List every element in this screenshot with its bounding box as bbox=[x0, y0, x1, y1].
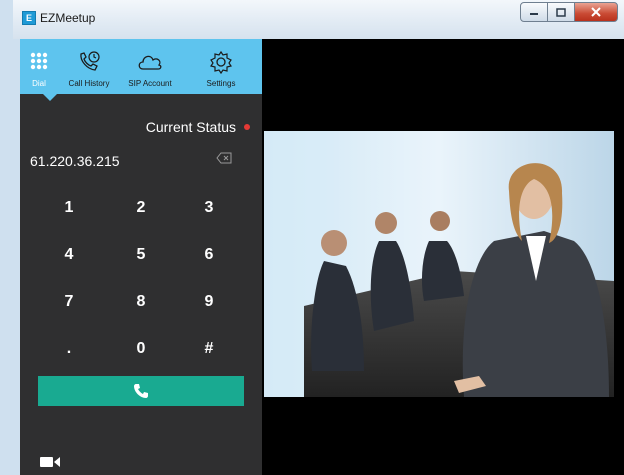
app-window: E EZMeetup Dial Call History SIP Account… bbox=[13, 0, 624, 475]
key-4[interactable]: 4 bbox=[44, 241, 94, 269]
key-9[interactable]: 9 bbox=[184, 288, 234, 316]
video-feed bbox=[264, 131, 614, 397]
dialpad-icon bbox=[30, 52, 48, 70]
tab-sip-account[interactable]: SIP Account bbox=[120, 39, 180, 94]
status-label: Current Status bbox=[145, 119, 236, 135]
key-2[interactable]: 2 bbox=[116, 194, 166, 222]
tab-sip-account-label: SIP Account bbox=[128, 79, 172, 88]
active-tab-indicator bbox=[43, 94, 57, 101]
maximize-icon bbox=[556, 7, 566, 17]
key-0[interactable]: 0 bbox=[116, 335, 166, 363]
key-7[interactable]: 7 bbox=[44, 288, 94, 316]
maximize-button[interactable] bbox=[548, 2, 574, 22]
call-history-icon bbox=[80, 51, 100, 71]
close-button[interactable] bbox=[574, 2, 618, 22]
key-hash[interactable]: # bbox=[184, 335, 234, 363]
window-controls bbox=[520, 2, 618, 22]
status-dot bbox=[244, 124, 250, 130]
key-dot[interactable]: . bbox=[44, 335, 94, 363]
key-5[interactable]: 5 bbox=[116, 241, 166, 269]
minimize-icon bbox=[530, 13, 538, 15]
tab-call-history-label: Call History bbox=[68, 79, 110, 88]
video-camera-icon[interactable] bbox=[39, 455, 61, 469]
tab-call-history[interactable]: Call History bbox=[58, 39, 120, 94]
window-title: EZMeetup bbox=[40, 11, 96, 25]
close-icon bbox=[591, 7, 601, 17]
dial-number[interactable]: 61.220.36.215 bbox=[30, 153, 120, 169]
key-6[interactable]: 6 bbox=[184, 241, 234, 269]
tab-settings[interactable]: Settings bbox=[180, 39, 262, 94]
gear-icon bbox=[210, 50, 232, 75]
key-3[interactable]: 3 bbox=[184, 194, 234, 222]
tab-dial[interactable]: Dial bbox=[20, 39, 58, 94]
current-status: Current Status bbox=[146, 119, 250, 135]
backspace-icon[interactable] bbox=[216, 152, 232, 164]
tab-dial-label: Dial bbox=[32, 79, 46, 88]
key-1[interactable]: 1 bbox=[44, 194, 94, 222]
cloud-icon bbox=[138, 55, 162, 70]
app-icon: E bbox=[22, 11, 36, 25]
key-8[interactable]: 8 bbox=[116, 288, 166, 316]
call-button[interactable] bbox=[38, 376, 244, 406]
video-area bbox=[262, 39, 624, 475]
title-bar: E EZMeetup bbox=[13, 0, 624, 39]
nav-bar: Dial Call History SIP Account Settings bbox=[20, 39, 262, 94]
phone-icon bbox=[134, 384, 148, 398]
dialer-panel: Dial Call History SIP Account Settings C… bbox=[20, 39, 262, 475]
minimize-button[interactable] bbox=[520, 2, 548, 22]
tab-settings-label: Settings bbox=[206, 79, 236, 88]
